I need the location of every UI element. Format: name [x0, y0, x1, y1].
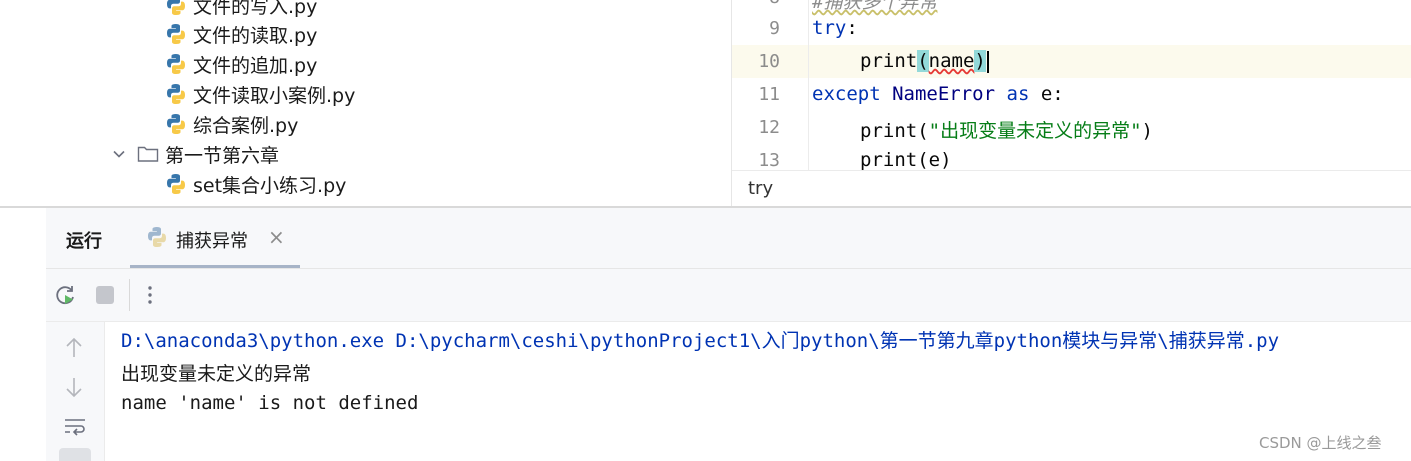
text-cursor [986, 50, 989, 73]
run-console[interactable]: D:\anaconda3\python.exe D:\pycharm\ceshi… [105, 322, 1411, 461]
more-options-icon[interactable] [144, 283, 156, 307]
active-tab-indicator [130, 265, 300, 268]
stop-icon[interactable] [96, 286, 114, 304]
code-line: try: [812, 17, 858, 39]
python-file-icon [167, 174, 185, 194]
code-line: print("出现变量未定义的异常") [860, 116, 1153, 143]
tree-item-label: set集合小练习.py [193, 174, 347, 197]
run-toolbar [46, 269, 1411, 322]
keyword: except [812, 83, 881, 105]
tree-item-file[interactable]: 文件的读取.py [165, 19, 317, 49]
tree-item-file[interactable]: 文件的追加.py [165, 49, 317, 79]
tool-window-strip [0, 208, 46, 461]
keyword: as [1006, 83, 1030, 105]
tree-item-file[interactable]: 文件的写入.py [165, 0, 317, 20]
chevron-down-icon[interactable] [111, 146, 127, 162]
tree-item-file[interactable]: 文件读取小案例.py [165, 79, 355, 109]
tree-item-label: 文件的追加.py [193, 54, 318, 77]
rerun-icon[interactable] [54, 283, 78, 307]
python-file-icon [167, 54, 185, 74]
class-name: NameError [892, 83, 996, 105]
current-line-highlight [732, 45, 1411, 78]
tree-item-file[interactable]: set集合小练习.py [165, 169, 346, 199]
scroll-to-end-button[interactable] [59, 448, 91, 461]
tree-item-file[interactable]: 综合案例.py [165, 109, 298, 139]
code-line: print(e) [860, 149, 952, 171]
line-number: 8 [732, 0, 780, 8]
python-file-icon [167, 0, 185, 15]
code-editor[interactable]: 8 9 10 11 12 13 #捕获多个异常 try: print(name)… [731, 0, 1411, 206]
close-icon[interactable]: × [268, 225, 285, 249]
code-token: ( [917, 120, 929, 142]
run-tool-window-header: 运行 捕获异常 × [46, 208, 1411, 269]
line-number: 10 [758, 51, 780, 72]
code-comment: #捕获多个异常 [812, 0, 938, 13]
function-call: print [860, 50, 918, 72]
line-number: 11 [758, 84, 780, 105]
scroll-down-icon[interactable] [64, 376, 84, 398]
soft-wrap-icon[interactable] [63, 417, 87, 437]
run-window-title: 运行 [66, 231, 102, 252]
line-number: 13 [758, 150, 780, 171]
scroll-up-icon[interactable] [64, 337, 84, 359]
bracket-match: ) [974, 50, 986, 72]
python-file-icon [167, 84, 185, 104]
folder-icon [137, 146, 159, 162]
code-token: ) [1141, 120, 1153, 142]
tab-run-config[interactable]: 捕获异常 × [130, 208, 300, 268]
project-tree: 文件的写入.py 文件的读取.py 文件的追加.py 文件读取小案例.py 综合… [0, 0, 731, 206]
tree-item-folder[interactable]: 第一节第六章 [111, 139, 279, 169]
python-file-icon [167, 114, 185, 134]
code-line: print(name) [860, 50, 989, 73]
tree-item-label: 文件读取小案例.py [193, 84, 356, 107]
keyword: try [812, 17, 847, 39]
gutter-separator [808, 0, 809, 170]
tree-item-label: 文件的读取.py [193, 24, 318, 47]
code-line: except NameError as e: [812, 83, 1064, 105]
console-output-line: name 'name' is not defined [121, 392, 419, 414]
code-token: e: [1040, 83, 1064, 105]
toolbar-separator [129, 279, 130, 311]
watermark: CSDN @上线之叁 [1259, 434, 1382, 452]
tree-item-label: 第一节第六章 [165, 144, 280, 167]
undefined-name: name [928, 50, 975, 72]
python-file-icon [148, 227, 166, 247]
line-number: 12 [758, 117, 780, 138]
function-call: print [860, 120, 918, 142]
line-number-gutter: 8 9 10 11 12 13 [732, 0, 808, 171]
code-token: (e) [917, 149, 952, 171]
tree-item-label: 文件的写入.py [193, 0, 318, 18]
tab-label: 捕获异常 [176, 231, 248, 252]
string-literal: "出现变量未定义的异常" [928, 120, 1142, 142]
function-call: print [860, 149, 918, 171]
code-token: : [846, 17, 858, 39]
bracket-match: ( [917, 50, 929, 72]
tree-item-label: 综合案例.py [193, 114, 299, 137]
line-number: 9 [769, 18, 780, 39]
console-command-line: D:\anaconda3\python.exe D:\pycharm\ceshi… [121, 330, 1280, 352]
breadcrumb[interactable]: try [748, 178, 773, 199]
console-side-toolbar [46, 322, 105, 461]
python-file-icon [167, 24, 185, 44]
breadcrumb-bar: try [732, 170, 1411, 206]
console-output-line: 出现变量未定义的异常 [121, 363, 312, 385]
